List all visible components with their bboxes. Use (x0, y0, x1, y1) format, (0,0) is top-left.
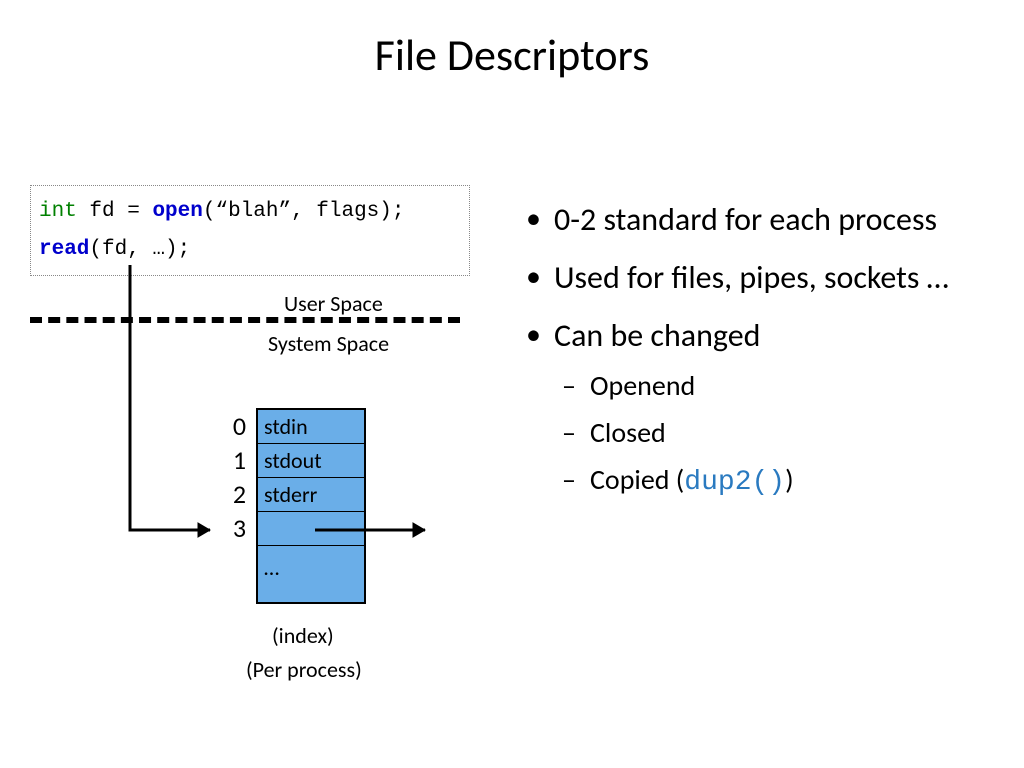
subbullet-copied: Copied (dup2()) (554, 460, 990, 502)
arrow-table-out (0, 0, 500, 700)
sub3-pre: Copied ( (590, 462, 684, 497)
fd-cell-stderr: stderr (258, 478, 364, 512)
fd-table: stdin stdout stderr … (256, 408, 366, 604)
bullet-2: Used for files, pipes, sockets … (520, 258, 990, 298)
bullet-3: Can be changed Openend Closed Copied (du… (520, 316, 990, 503)
fd-index-2: 2 (222, 478, 246, 510)
code-text: (“blah”, flags); (203, 200, 405, 223)
fd-index-3: 3 (222, 512, 246, 544)
label-user-space: User Space (284, 290, 383, 317)
sub3-post: ) (785, 462, 794, 497)
sub3-code: dup2() (684, 467, 785, 498)
code-func-read: read (39, 238, 89, 261)
fd-cell-stdin: stdin (258, 410, 364, 444)
code-snippet: int fd = open(“blah”, flags); read(fd, …… (30, 185, 470, 276)
slide-title: File Descriptors (0, 0, 1024, 82)
fd-cell-ellipsis: … (258, 546, 364, 602)
label-system-space: System Space (268, 330, 389, 357)
bullet-3-text: Can be changed (554, 316, 760, 355)
fd-cell-stdout: stdout (258, 444, 364, 478)
bullet-1: 0-2 standard for each process (520, 200, 990, 240)
fd-index-1: 1 (222, 444, 246, 476)
code-text: fd = (77, 200, 153, 223)
subbullet-opened: Openend (554, 366, 990, 405)
space-divider (30, 317, 460, 323)
arrow-code-to-table (0, 0, 500, 700)
label-per-process: (Per process) (246, 656, 362, 683)
fd-index-0: 0 (222, 410, 246, 442)
label-index: (index) (272, 622, 334, 649)
code-func-open: open (152, 200, 202, 223)
subbullet-closed: Closed (554, 413, 990, 452)
fd-cell-fd3 (258, 512, 364, 546)
code-keyword-int: int (39, 200, 77, 223)
bullet-list: 0-2 standard for each process Used for f… (520, 200, 990, 521)
code-text: (fd, …); (89, 238, 190, 261)
